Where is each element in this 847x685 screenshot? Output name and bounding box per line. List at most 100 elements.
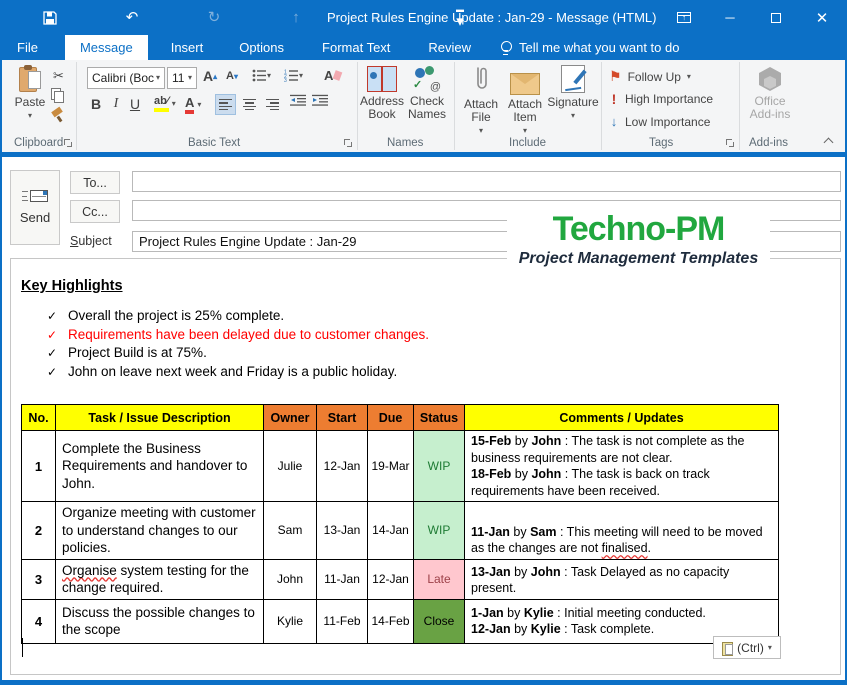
close-button[interactable]: ✕: [799, 0, 845, 35]
cell-start[interactable]: 12-Jan: [317, 431, 368, 502]
cell-start[interactable]: 11-Feb: [317, 599, 368, 643]
paste-options-button[interactable]: (Ctrl) ▾: [713, 636, 781, 659]
tab-message[interactable]: Message: [65, 35, 148, 60]
add-ins-group-label: Add-ins: [749, 137, 788, 149]
message-body[interactable]: Key Highlights ✓Overall the project is 2…: [10, 258, 841, 675]
table-header-cell[interactable]: Comments / Updates: [465, 405, 779, 431]
cell-task[interactable]: Discuss the possible changes to the scop…: [56, 599, 264, 643]
tab-options[interactable]: Options: [224, 35, 299, 60]
table-header-cell[interactable]: Status: [414, 405, 465, 431]
decrease-indent-button[interactable]: [290, 94, 306, 107]
cell-no[interactable]: 3: [22, 559, 56, 599]
ribbon-display-options-button[interactable]: ↑: [661, 0, 707, 35]
clipboard-group-label: Clipboard: [14, 137, 63, 149]
table-header-cell[interactable]: Owner: [264, 405, 317, 431]
font-size-combobox[interactable]: 11▾: [167, 67, 197, 89]
align-left-button[interactable]: [215, 94, 236, 115]
collapse-ribbon-icon[interactable]: [825, 137, 833, 145]
cell-no[interactable]: 4: [22, 599, 56, 643]
cell-comments[interactable]: 13-Jan by John : Task Delayed as no capa…: [465, 559, 779, 599]
cell-owner[interactable]: John: [264, 559, 317, 599]
underline-button[interactable]: U: [128, 96, 142, 112]
follow-up-button[interactable]: ⚑ Follow Up▾: [609, 68, 691, 85]
bullet-text: Project Build is at 75%.: [68, 344, 207, 363]
tab-insert[interactable]: Insert: [156, 35, 219, 60]
basic-text-dialog-launcher-icon[interactable]: [344, 139, 353, 148]
tab-format-text[interactable]: Format Text: [307, 35, 405, 60]
to-button[interactable]: To...: [70, 171, 120, 194]
cell-task[interactable]: Organize meeting with customer to unders…: [56, 502, 264, 560]
save-icon[interactable]: [42, 10, 58, 26]
font-color-button[interactable]: A▾: [185, 96, 201, 114]
cell-comments[interactable]: 11-Jan by Sam : This meeting will need t…: [465, 502, 779, 560]
copy-icon: [51, 88, 63, 101]
cell-status[interactable]: WIP: [414, 502, 465, 560]
text-highlight-button[interactable]: ab⁄▾: [154, 96, 176, 112]
low-importance-button[interactable]: ↓ Low Importance: [609, 114, 710, 129]
techno-pm-logo: Techno-PM Project Management Templates: [507, 209, 770, 279]
key-highlights-heading: Key Highlights: [21, 278, 123, 294]
cell-owner[interactable]: Sam: [264, 502, 317, 560]
grow-font-button[interactable]: A▴: [203, 68, 217, 84]
cell-due[interactable]: 12-Jan: [368, 559, 414, 599]
task-table[interactable]: No.Task / Issue DescriptionOwnerStartDue…: [21, 404, 779, 644]
increase-indent-icon: [312, 94, 328, 107]
copy-button[interactable]: [51, 88, 63, 101]
cell-owner[interactable]: Kylie: [264, 599, 317, 643]
office-add-ins-button[interactable]: Office Add-ins: [744, 66, 796, 121]
text-cursor: [22, 638, 23, 657]
bullets-button[interactable]: ▾: [252, 69, 271, 82]
cell-status[interactable]: Close: [414, 599, 465, 643]
table-header-cell[interactable]: Task / Issue Description: [56, 405, 264, 431]
numbering-button[interactable]: 123▾: [284, 69, 303, 82]
cell-comments[interactable]: 15-Feb by John : The task is not complet…: [465, 431, 779, 502]
format-painter-button[interactable]: [51, 109, 64, 122]
minimize-button[interactable]: ─: [707, 0, 753, 35]
tab-review[interactable]: Review: [413, 35, 486, 60]
cell-task[interactable]: Complete the Business Requirements and h…: [56, 431, 264, 502]
cell-no[interactable]: 2: [22, 502, 56, 560]
tell-me-box[interactable]: Tell me what you want to do: [500, 35, 679, 60]
cell-due[interactable]: 14-Feb: [368, 599, 414, 643]
attach-file-button[interactable]: Attach File▾: [460, 65, 502, 135]
table-header-cell[interactable]: Due: [368, 405, 414, 431]
bold-button[interactable]: B: [88, 96, 104, 112]
high-importance-button[interactable]: ! High Importance: [609, 91, 713, 107]
bullet-item: ✓Overall the project is 25% complete.: [47, 307, 429, 326]
cell-status[interactable]: Late: [414, 559, 465, 599]
undo-icon[interactable]: ↶: [124, 10, 140, 26]
cell-due[interactable]: 14-Jan: [368, 502, 414, 560]
redo-icon[interactable]: ↻: [206, 10, 222, 26]
maximize-button[interactable]: [753, 0, 799, 35]
align-right-button[interactable]: [262, 94, 283, 115]
cell-start[interactable]: 13-Jan: [317, 502, 368, 560]
clipboard-dialog-launcher-icon[interactable]: [64, 139, 73, 148]
follow-up-label: Follow Up: [628, 70, 681, 84]
send-button[interactable]: Send: [10, 170, 60, 245]
cc-button[interactable]: Cc...: [70, 200, 120, 223]
increase-indent-button[interactable]: [312, 94, 328, 107]
tab-file[interactable]: File: [2, 35, 53, 60]
cell-due[interactable]: 19-Mar: [368, 431, 414, 502]
italic-button[interactable]: I: [109, 96, 123, 112]
check-names-button[interactable]: ✓@ Check Names: [405, 66, 449, 121]
cut-button[interactable]: ✂: [50, 67, 67, 84]
signature-button[interactable]: Signature▾: [550, 65, 596, 120]
font-name-combobox[interactable]: Calibri (Boc▾: [87, 67, 165, 89]
paste-button[interactable]: Paste ▾: [7, 65, 53, 120]
clear-formatting-button[interactable]: A: [324, 68, 341, 83]
cell-owner[interactable]: Julie: [264, 431, 317, 502]
address-book-button[interactable]: Address Book: [360, 66, 404, 121]
tags-dialog-launcher-icon[interactable]: [726, 139, 735, 148]
cell-status[interactable]: WIP: [414, 431, 465, 502]
cell-task[interactable]: Organise system testing for the change r…: [56, 559, 264, 599]
previous-item-icon[interactable]: ↑: [288, 10, 304, 26]
to-field[interactable]: [132, 171, 841, 192]
align-center-button[interactable]: [239, 94, 260, 115]
shrink-font-button[interactable]: A▾: [226, 70, 238, 82]
table-header-cell[interactable]: No.: [22, 405, 56, 431]
table-header-cell[interactable]: Start: [317, 405, 368, 431]
cell-start[interactable]: 11-Jan: [317, 559, 368, 599]
attach-item-button[interactable]: Attach Item▾: [504, 65, 546, 135]
cell-no[interactable]: 1: [22, 431, 56, 502]
